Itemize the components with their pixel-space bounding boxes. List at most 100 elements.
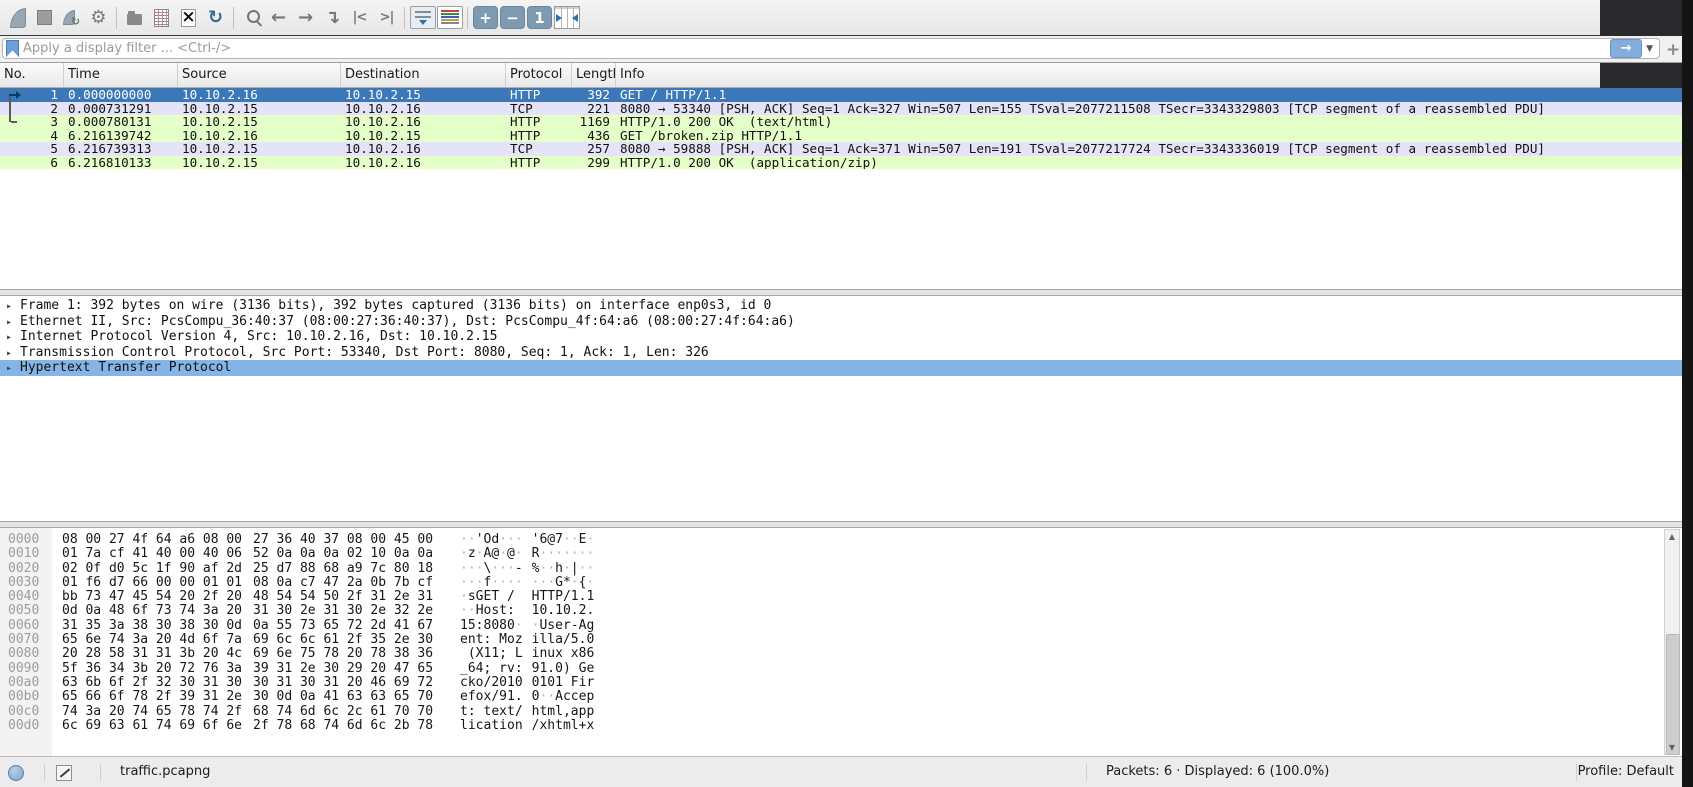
- packet-row[interactable]: 3 0.000780131 10.10.2.15 10.10.2.16 HTTP 1169…: [0, 115, 1682, 129]
- column-header-time[interactable]: Time: [64, 63, 178, 87]
- ascii-bytes: efox/91.: [460, 689, 523, 705]
- go-forward-icon[interactable]: →: [292, 4, 319, 32]
- go-to-packet-icon[interactable]: ↴: [319, 4, 346, 32]
- hex-bytes: 25 d7 88 68 a9 7c 80 18: [253, 560, 434, 576]
- detail-row[interactable]: ▸ Hypertext Transfer Protocol: [0, 360, 1682, 376]
- hex-row[interactable]: 0070 65 6e 74 3a 20 4d 6f 7a 69 6c 6c 61 2…: [0, 632, 1682, 647]
- hex-row[interactable]: 0010 01 7a cf 41 40 00 40 06 52 0a 0a 0a 0…: [0, 546, 1682, 562]
- cell-no: 6: [50, 155, 58, 169]
- detail-row[interactable]: ▸ Ethernet II, Src: PcsCompu_36:40:37 (08…: [0, 314, 1682, 330]
- cell-no: 4: [50, 128, 58, 142]
- display-filter-input[interactable]: Apply a display filter ... <Ctrl-/> → ▼: [2, 38, 1660, 59]
- colorize-icon[interactable]: [436, 4, 463, 32]
- packet-row[interactable]: 2 0.000731291 10.10.2.15 10.10.2.16 TCP 221 80…: [0, 101, 1682, 115]
- auto-scroll-icon[interactable]: [409, 4, 436, 32]
- pane-splitter-top[interactable]: [0, 289, 1682, 296]
- cell-dst: 10.10.2.15: [345, 88, 421, 102]
- ascii-bytes: 10.10.2.: [531, 603, 595, 619]
- hex-row[interactable]: 00b0 65 66 6f 78 2f 39 31 2e 30 0d 0a 41 6…: [0, 689, 1682, 705]
- add-filter-button[interactable]: +: [1666, 40, 1680, 60]
- column-header-length[interactable]: Length: [572, 63, 616, 87]
- go-first-packet-icon[interactable]: |<: [346, 4, 373, 32]
- pane-splitter-bottom[interactable]: [0, 521, 1682, 528]
- zoom-in-icon[interactable]: +: [472, 4, 499, 32]
- expert-info-icon[interactable]: [8, 765, 24, 781]
- find-packet-icon[interactable]: [238, 4, 265, 32]
- column-header-source[interactable]: Source: [178, 63, 341, 87]
- hex-scrollbar[interactable]: ▲ ▼: [1664, 529, 1680, 755]
- restart-capture-icon[interactable]: ↻: [58, 4, 85, 32]
- expander-chevron-icon[interactable]: ▸: [6, 346, 20, 362]
- ascii-bytes: t: text/: [460, 703, 523, 719]
- hex-row[interactable]: 0000 08 00 27 4f 64 a6 08 00 27 36 40 37 0…: [0, 532, 1682, 547]
- hex-offset: 0060: [8, 617, 40, 633]
- detail-row[interactable]: ▸ Internet Protocol Version 4, Src: 10.10…: [0, 329, 1682, 345]
- hex-row[interactable]: 0090 5f 36 34 3b 20 72 76 3a 39 31 2e 30 2…: [0, 661, 1682, 676]
- hex-row[interactable]: 00a0 63 6b 6f 2f 32 30 31 30 30 31 30 31 2…: [0, 675, 1682, 690]
- hex-row[interactable]: 0020 02 0f d0 5c 1f 90 af 2d 25 d7 88 68 a…: [0, 560, 1682, 576]
- expander-chevron-icon[interactable]: ▸: [6, 299, 20, 315]
- ascii-bytes: ···\···-: [460, 560, 523, 576]
- stop-capture-icon[interactable]: [31, 4, 58, 32]
- column-header-protocol[interactable]: Protocol: [506, 63, 572, 87]
- packet-row[interactable]: 4 6.216139742 10.10.2.16 10.10.2.15 HTTP 436 G…: [0, 128, 1682, 142]
- toolbar-separator: [467, 6, 468, 29]
- packet-row[interactable]: 5 6.216739313 10.10.2.15 10.10.2.16 TCP 257 80…: [0, 142, 1682, 156]
- hex-row[interactable]: 0080 20 28 58 31 31 3b 20 4c 69 6e 75 78 2…: [0, 646, 1682, 662]
- profile-selector[interactable]: Profile: Default: [1578, 764, 1674, 779]
- ascii-bytes: inux x86: [531, 646, 595, 662]
- cell-time: 6.216810133: [68, 155, 152, 169]
- open-file-icon[interactable]: [121, 4, 148, 32]
- expander-chevron-icon[interactable]: ▸: [6, 330, 20, 346]
- reload-file-icon[interactable]: ↻: [202, 4, 229, 32]
- hex-row[interactable]: 00d0 6c 69 63 61 74 69 6f 6e 2f 78 68 74 6…: [0, 717, 1682, 733]
- detail-text: Ethernet II, Src: PcsCompu_36:40:37 (08:…: [20, 313, 795, 329]
- capture-comment-icon[interactable]: [56, 765, 72, 781]
- close-file-icon[interactable]: ×: [175, 4, 202, 32]
- cell-info: GET /broken.zip HTTP/1.1: [620, 128, 802, 142]
- packet-row[interactable]: 1 0.000000000 10.10.2.16 10.10.2.15 HTTP 392 G…: [0, 88, 1682, 102]
- save-file-icon[interactable]: [148, 4, 175, 32]
- cell-src: 10.10.2.15: [182, 142, 258, 156]
- column-header-info[interactable]: Info: [616, 63, 1682, 87]
- column-header-destination[interactable]: Destination: [341, 63, 506, 87]
- cell-src: 10.10.2.15: [182, 155, 258, 169]
- detail-row[interactable]: ▸ Frame 1: 392 bytes on wire (3136 bits),…: [0, 298, 1682, 314]
- expander-chevron-icon[interactable]: ▸: [6, 315, 20, 331]
- resize-columns-icon[interactable]: [553, 4, 580, 32]
- hex-bytes: 20 28 58 31 31 3b 20 4c: [62, 646, 243, 662]
- filter-bookmark-icon[interactable]: [6, 40, 19, 57]
- ascii-bytes: ···G*·{·: [531, 574, 595, 590]
- packet-list-header: No.TimeSourceDestinationProtocolLengthIn…: [0, 63, 1682, 88]
- hex-row[interactable]: 0030 01 f6 d7 66 00 00 01 01 08 0a c7 47 2…: [0, 574, 1682, 590]
- hex-bytes: 52 0a 0a 0a 02 10 0a 0a: [253, 546, 434, 562]
- hex-bytes: 6c 69 63 61 74 69 6f 6e: [62, 717, 243, 733]
- scrollbar-thumb[interactable]: [1666, 634, 1680, 755]
- hex-row[interactable]: 0050 0d 0a 48 6f 73 74 3a 20 31 30 2e 31 3…: [0, 603, 1682, 619]
- go-back-icon[interactable]: ←: [265, 4, 292, 32]
- zoom-100-icon[interactable]: 1: [526, 4, 553, 32]
- start-capture-icon[interactable]: [4, 4, 31, 32]
- scroll-down-icon[interactable]: ▼: [1665, 741, 1679, 754]
- hex-row[interactable]: 0060 31 35 3a 38 30 38 30 0d 0a 55 73 65 7…: [0, 617, 1682, 633]
- hex-bytes: 08 00 27 4f 64 a6 08 00: [62, 532, 243, 547]
- detail-row[interactable]: ▸ Transmission Control Protocol, Src Port…: [0, 345, 1682, 361]
- column-header-no[interactable]: No.: [0, 63, 64, 87]
- statusbar-separator: [1086, 764, 1087, 781]
- hex-row[interactable]: 0040 bb 73 47 45 54 20 2f 20 48 54 54 50 2…: [0, 589, 1682, 604]
- ascii-bytes: ··Host:: [460, 603, 523, 619]
- cell-info: HTTP/1.0 200 OK (text/html): [620, 115, 833, 129]
- hex-row[interactable]: 00c0 74 3a 20 74 65 78 74 2f 68 74 6d 6c 2…: [0, 703, 1682, 719]
- scroll-up-icon[interactable]: ▲: [1665, 530, 1679, 543]
- filter-dropdown-caret-icon[interactable]: ▼: [1646, 44, 1653, 54]
- capture-options-icon[interactable]: ⚙: [85, 4, 112, 32]
- cell-len: 257: [587, 142, 610, 156]
- zoom-out-icon[interactable]: −: [499, 4, 526, 32]
- ascii-bytes: ···f····: [460, 574, 523, 590]
- packet-row[interactable]: 6 6.216810133 10.10.2.15 10.10.2.16 HTTP 299 H…: [0, 155, 1682, 169]
- apply-filter-button[interactable]: →: [1610, 39, 1643, 58]
- screen-corner-dark-2: [1600, 63, 1682, 88]
- expander-chevron-icon[interactable]: ▸: [6, 361, 20, 377]
- go-last-packet-icon[interactable]: >|: [373, 4, 400, 32]
- cell-src: 10.10.2.15: [182, 101, 258, 115]
